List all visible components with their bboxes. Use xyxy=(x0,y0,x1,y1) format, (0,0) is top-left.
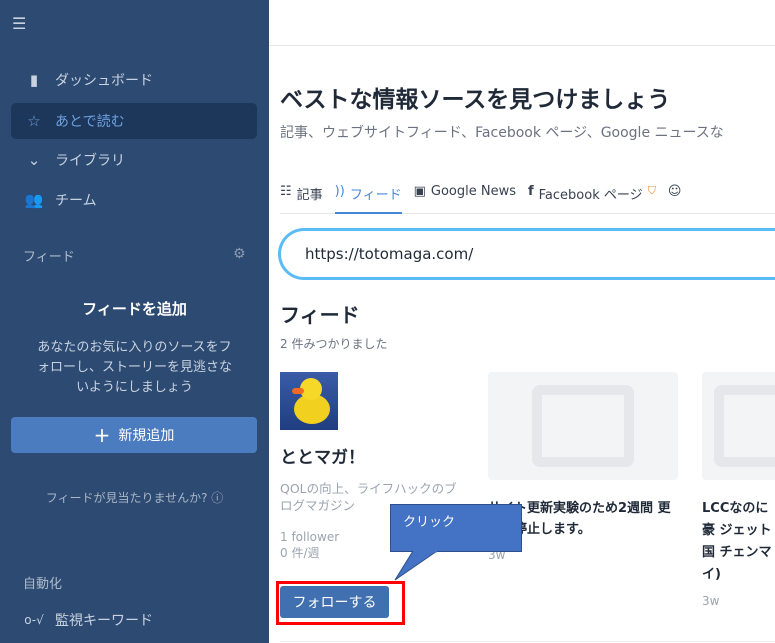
plus-icon: + xyxy=(93,423,111,447)
top-bar xyxy=(269,0,775,46)
result-count: 2 件みつかりました xyxy=(280,337,388,351)
add-new-button[interactable]: + 新規追加 xyxy=(11,417,257,453)
tab-label: Facebook ページ xyxy=(538,188,643,203)
sidebar-item-dashboard[interactable]: ▮ ダッシュボード xyxy=(11,62,257,98)
rss-icon: )) xyxy=(334,184,345,199)
tab-reddit[interactable]: ☺ xyxy=(668,184,682,214)
article-card[interactable]: LCCなのに豪 ジェット国 チェンマイ) 3w xyxy=(702,372,775,608)
image-placeholder-icon xyxy=(488,372,678,480)
feed-avatar xyxy=(280,372,338,430)
add-feed-title: フィードを追加 xyxy=(82,300,187,318)
sidebar-item-label: ライブラリ xyxy=(55,153,125,169)
image-placeholder-icon xyxy=(702,372,775,480)
feed-section-label: フィード xyxy=(23,250,75,265)
shield-icon: ⛉ xyxy=(647,184,656,197)
source-tabs: ☷ 記事 )) フィード ▣ Google News f Facebook ページ ⛉ ☺ xyxy=(280,184,775,214)
sidebar-item-label: ダッシュボード xyxy=(55,73,153,89)
highlight-box xyxy=(276,581,405,625)
tab-articles[interactable]: ☷ 記事 xyxy=(280,184,323,214)
main-content: ベストな情報ソースを見つけましょう 記事、ウェブサイトフィード、Facebook… xyxy=(269,0,775,643)
feed-search-input[interactable] xyxy=(305,245,775,263)
sidebar-item-label: あとで読む xyxy=(55,114,125,130)
tab-google-news[interactable]: ▣ Google News xyxy=(414,184,516,214)
tab-label: 記事 xyxy=(296,188,323,203)
newspaper-icon: ▣ xyxy=(413,184,426,199)
callout-tail xyxy=(394,551,438,581)
bar-chart-icon: ▮ xyxy=(29,71,39,89)
reddit-icon: ☺ xyxy=(667,184,682,199)
users-icon: 👥 xyxy=(24,191,44,209)
pulse-icon: o-√ xyxy=(24,613,44,627)
add-new-label: 新規追加 xyxy=(118,428,175,444)
page-subtitle: 記事、ウェブサイトフィード、Facebook ページ、Google ニュースな xyxy=(280,125,724,141)
article-age: 3w xyxy=(702,594,720,608)
list-icon: ☷ xyxy=(280,184,292,199)
tab-feeds[interactable]: )) フィード xyxy=(334,184,402,214)
sidebar-item-library[interactable]: ⌄ ライブラリ xyxy=(11,142,257,178)
help-icon: ⓘ xyxy=(211,491,224,505)
sidebar-item-read-later[interactable]: ☆ あとで読む xyxy=(11,103,257,139)
gear-icon[interactable]: ⚙ xyxy=(233,246,246,262)
tab-label: フィード xyxy=(349,188,402,203)
sidebar-item-keywords[interactable]: o-√ 監視キーワード xyxy=(11,602,257,638)
sidebar: ☰ ▮ ダッシュボード ☆ あとで読む ⌄ ライブラリ 👥 チーム フィード ⚙ フィー… xyxy=(0,0,269,643)
facebook-icon: f xyxy=(527,184,534,199)
tab-facebook[interactable]: f Facebook ページ ⛉ xyxy=(528,184,656,214)
automation-section-label: 自動化 xyxy=(23,577,63,592)
sidebar-item-team[interactable]: 👥 チーム xyxy=(11,182,257,218)
sidebar-item-label: 監視キーワード xyxy=(55,613,153,629)
article-title: LCCなのに豪 ジェット国 チェンマイ) xyxy=(702,501,772,582)
feed-search-field[interactable] xyxy=(278,228,775,280)
callout-annotation: クリック xyxy=(390,504,522,552)
sidebar-item-label: チーム xyxy=(55,193,97,209)
page-title: ベストな情報ソースを見つけましょう xyxy=(280,87,671,113)
follower-count: 1 follower xyxy=(280,530,340,544)
add-feed-description: あなたのお気に入りのソースをフォローし、ストーリーを見逃さないようにしましょう xyxy=(36,340,232,395)
divider xyxy=(280,641,775,642)
feed-stats: 1 follower 0 件/週 xyxy=(280,529,339,561)
feeds-heading: フィード xyxy=(280,303,360,327)
missing-feed-link[interactable]: フィードが見当たりませんか? ⓘ xyxy=(0,489,269,506)
chevron-circle-icon: ⌄ xyxy=(27,151,41,169)
star-icon: ☆ xyxy=(27,112,41,130)
tab-label: Google News xyxy=(430,184,516,199)
missing-feed-text: フィードが見当たりませんか? xyxy=(45,491,208,505)
feed-name[interactable]: ととマガ！ xyxy=(280,443,365,468)
hamburger-icon[interactable]: ☰ xyxy=(12,14,26,33)
post-rate: 0 件/週 xyxy=(280,546,320,560)
